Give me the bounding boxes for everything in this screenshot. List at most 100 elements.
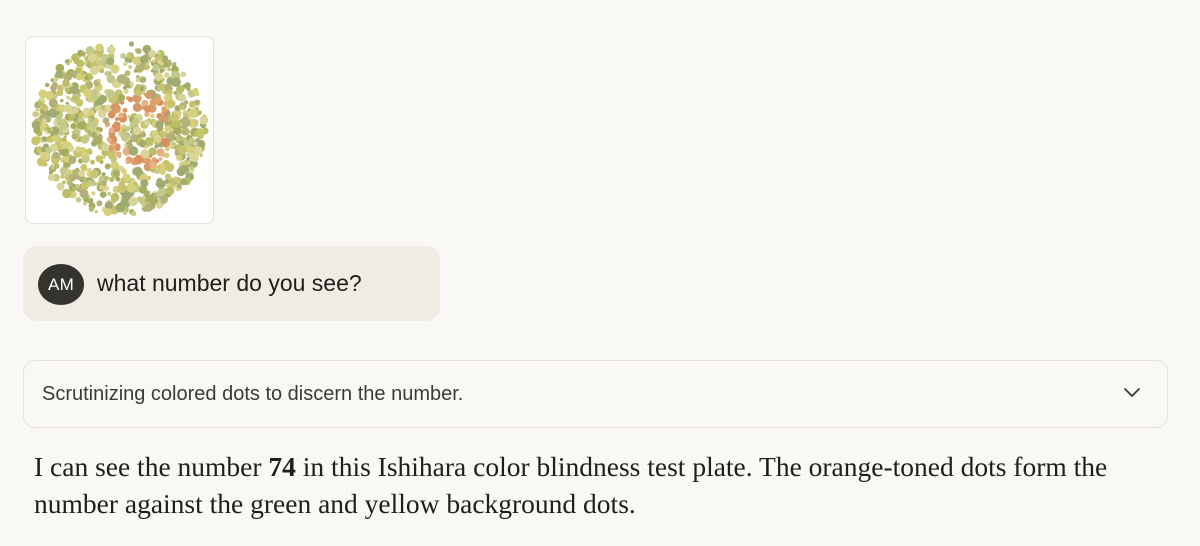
- plate-dot: [118, 165, 124, 172]
- plate-dot: [63, 156, 70, 163]
- plate-dot: [163, 101, 168, 106]
- plate-dot: [128, 58, 133, 63]
- plate-dot: [110, 192, 120, 202]
- plate-dot: [106, 57, 115, 66]
- plate-dot: [156, 179, 166, 189]
- plate-dot: [165, 162, 175, 172]
- chevron-down-icon[interactable]: [1123, 386, 1141, 400]
- plate-dot: [106, 74, 116, 84]
- plate-dot: [112, 104, 120, 112]
- plate-dot: [62, 180, 66, 185]
- plate-dot: [44, 82, 50, 88]
- plate-dot: [128, 146, 139, 156]
- plate-dot: [171, 64, 177, 69]
- thinking-summary-toggle[interactable]: Scrutinizing colored dots to discern the…: [23, 360, 1168, 428]
- plate-dot: [58, 131, 63, 136]
- plate-dot: [88, 74, 94, 80]
- plate-dot: [72, 186, 77, 191]
- plate-dot: [88, 116, 92, 121]
- plate-dot: [68, 173, 77, 182]
- plate-dot: [110, 160, 120, 170]
- plate-dot: [153, 194, 158, 199]
- plate-dot: [63, 162, 69, 168]
- plate-dot: [31, 120, 41, 130]
- plate-dot: [155, 120, 164, 130]
- plate-dot: [90, 169, 99, 179]
- plate-dot: [156, 148, 165, 157]
- plate-dot: [56, 118, 65, 127]
- ishihara-plate-image: [31, 41, 209, 217]
- plate-dot: [115, 117, 120, 121]
- plate-dot: [184, 100, 189, 105]
- plate-dot: [71, 133, 78, 140]
- plate-dot: [104, 123, 110, 128]
- plate-dot: [161, 131, 166, 137]
- plate-dot: [164, 173, 171, 180]
- plate-dot: [49, 164, 56, 170]
- plate-dot: [120, 53, 126, 59]
- plate-dot: [91, 181, 97, 187]
- plate-dot: [108, 127, 115, 134]
- plate-dot: [60, 148, 70, 157]
- plate-dot: [140, 149, 150, 159]
- plate-dot: [120, 177, 125, 182]
- plate-dot: [138, 197, 146, 205]
- plate-dot: [84, 197, 90, 203]
- plate-dot: [86, 62, 91, 67]
- plate-dot: [90, 159, 95, 165]
- plate-dot: [154, 72, 164, 81]
- plate-dot: [88, 206, 95, 212]
- plate-dot: [132, 126, 142, 135]
- plate-dot: [147, 117, 152, 123]
- plate-dot: [50, 78, 55, 83]
- plate-dot: [173, 91, 178, 95]
- plate-dot: [97, 104, 102, 109]
- plate-dot: [197, 142, 202, 147]
- plate-dot: [189, 165, 195, 170]
- plate-dot: [167, 99, 176, 108]
- plate-dot: [117, 93, 126, 102]
- plate-dot: [48, 98, 58, 108]
- plate-dot: [48, 108, 58, 118]
- plate-dot: [70, 123, 77, 129]
- plate-dot: [52, 134, 60, 143]
- plate-dot: [140, 131, 147, 138]
- plate-dot: [155, 169, 160, 174]
- plate-dot: [68, 114, 75, 121]
- plate-dot: [171, 77, 181, 87]
- plate-dot: [104, 176, 109, 181]
- plate-dot: [132, 118, 140, 126]
- plate-dot: [188, 108, 198, 118]
- plate-dot: [115, 176, 121, 182]
- plate-dot: [94, 210, 98, 214]
- plate-dot: [132, 168, 140, 176]
- plate-dot: [52, 151, 60, 159]
- plate-dot: [143, 105, 151, 113]
- plate-dot: [199, 115, 209, 125]
- plate-dot: [125, 128, 130, 132]
- plate-dot: [122, 85, 127, 90]
- plate-dot: [106, 45, 116, 55]
- plate-dot: [174, 127, 182, 136]
- plate-dot: [91, 191, 96, 196]
- plate-dot: [113, 170, 119, 176]
- plate-dot: [75, 98, 84, 107]
- user-message-bubble: AM what number do you see?: [23, 246, 440, 321]
- plate-dot: [145, 91, 153, 100]
- plate-dot: [103, 185, 110, 192]
- plate-dot: [171, 114, 179, 122]
- plate-dot: [107, 191, 112, 196]
- plate-dot: [112, 149, 117, 153]
- plate-dot: [67, 169, 72, 174]
- attached-image-thumbnail[interactable]: [25, 36, 214, 224]
- plate-dot: [100, 191, 107, 198]
- plate-dot: [96, 126, 101, 131]
- plate-dot: [47, 137, 53, 143]
- plate-dot: [190, 154, 199, 163]
- plate-dot: [176, 167, 186, 177]
- plate-dot: [63, 104, 73, 113]
- plate-dot: [160, 137, 171, 148]
- plate-dot: [156, 51, 161, 55]
- plate-dot: [144, 137, 154, 146]
- plate-dot: [194, 99, 200, 105]
